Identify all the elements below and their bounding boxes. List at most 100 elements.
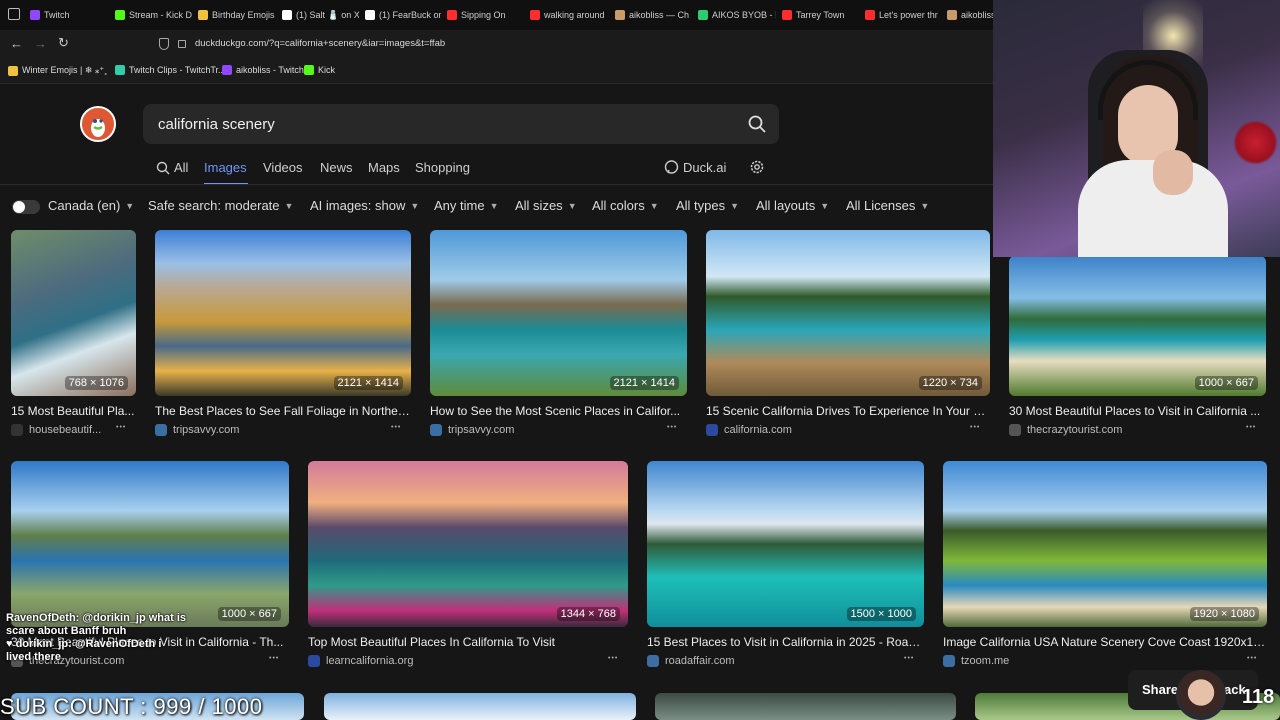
result-thumbnail[interactable]: 1344 × 768 [308,461,628,627]
chevron-down-icon: ▼ [920,200,930,211]
bookmark-item[interactable]: aikobliss - Twitch [222,65,304,75]
tab-news[interactable]: News [320,160,353,175]
forward-icon[interactable]: → [34,36,47,51]
reload-icon[interactable]: ↻ [58,35,69,51]
settings-button[interactable] [749,159,765,175]
result-thumbnail[interactable]: 2121 × 1414 [430,230,687,396]
more-options-icon[interactable]: ••• [904,655,914,662]
browser-tab[interactable]: Birthday Emojis [198,6,276,24]
browser-tab[interactable]: aikobliss — Ch [615,6,692,24]
result-source[interactable]: tripsavvy.com [155,424,239,436]
search-input[interactable]: california scenery [143,104,779,144]
bookmark-item[interactable]: Winter Emojis | ❄ ⁎⁺˳ [8,65,107,76]
source-domain: california.com [724,424,792,436]
browser-tab[interactable]: AIKOS BYOB - ! [698,6,776,24]
result-thumbnail[interactable]: 1920 × 1080 [943,461,1267,627]
bookmark-label: Twitch Clips - TwitchTr... [129,65,226,75]
sub-count-overlay: SUB COUNT : 999 / 1000 [0,694,263,719]
shield-icon[interactable] [159,38,169,50]
more-options-icon[interactable]: ••• [391,424,401,431]
time-filter[interactable]: Any time ▼ [434,198,499,213]
source-favicon-icon [647,655,659,667]
type-filter[interactable]: All types ▼ [676,198,739,213]
more-options-icon[interactable]: ••• [116,424,126,431]
result-source[interactable]: tzoom.me [943,655,1009,667]
back-icon[interactable]: ← [10,36,23,51]
result-thumbnail[interactable]: 1220 × 734 [706,230,990,396]
result-title[interactable]: 30 Most Beautiful Places to Visit in Cal… [1009,404,1266,418]
ai-images-label: AI images: show [310,198,406,213]
result-title[interactable]: How to See the Most Scenic Places in Cal… [430,404,687,418]
browser-tab[interactable]: Stream - Kick D [115,6,192,24]
safe-search-filter[interactable]: Safe search: moderate ▼ [148,198,293,213]
result-thumbnail[interactable]: 2121 × 1414 [155,230,411,396]
tab-favicon-icon [30,10,40,20]
result-thumbnail-partial[interactable] [655,693,956,720]
result-thumbnail-partial[interactable] [324,693,636,720]
chevron-down-icon: ▼ [284,200,294,211]
tab-images[interactable]: Images [204,160,247,175]
source-domain: learncalifornia.org [326,655,414,667]
result-title[interactable]: 15 Most Beautiful Pla... [11,404,136,418]
tab-shopping[interactable]: Shopping [415,160,470,175]
tab-overview-icon[interactable] [8,8,20,20]
tab-title: walking around [544,10,605,20]
size-filter[interactable]: All sizes ▼ [515,198,577,213]
tab-maps[interactable]: Maps [368,160,400,175]
result-source[interactable]: housebeautif... [11,424,101,436]
result-thumbnail[interactable]: 1000 × 667 [1009,256,1266,396]
nav-divider [0,184,993,185]
more-options-icon[interactable]: ••• [1246,424,1256,431]
size-label: All sizes [515,198,563,213]
more-options-icon[interactable]: ••• [1247,655,1257,662]
url-field[interactable]: duckduckgo.com/?q=california+scenery&iar… [195,38,445,49]
result-title[interactable]: 15 Scenic California Drives To Experienc… [706,404,990,418]
tab-title: (1) FearBuck on [379,10,441,20]
result-source[interactable]: thecrazytourist.com [1009,424,1122,436]
browser-tab[interactable]: Sipping On [447,6,524,24]
license-filter[interactable]: All Licenses ▼ [846,198,929,213]
more-options-icon[interactable]: ••• [970,424,980,431]
duck-ai-button[interactable]: Duck.ai [664,160,726,175]
browser-tab[interactable]: Twitch [30,6,109,24]
tab-videos[interactable]: Videos [263,160,303,175]
tab-title: aikobliss — Ch [629,10,690,20]
more-options-icon[interactable]: ••• [667,424,677,431]
duckduckgo-logo[interactable] [80,106,116,142]
result-title[interactable]: Top Most Beautiful Places In California … [308,635,628,649]
stream-chat-overlay: RavenOfDeth: @dorikin_jp what is scare a… [6,612,276,664]
result-title[interactable]: The Best Places to See Fall Foliage in N… [155,404,411,418]
chevron-down-icon: ▼ [820,200,830,211]
result-source[interactable]: california.com [706,424,792,436]
ai-images-filter[interactable]: AI images: show ▼ [310,198,419,213]
region-toggle[interactable] [12,200,40,214]
result-thumbnail[interactable]: 1500 × 1000 [647,461,924,627]
chat-line: scare about Banff bruh [6,625,127,637]
browser-tab[interactable]: Tarrey Town [782,6,859,24]
browser-tab[interactable]: walking around [530,6,609,24]
layout-filter[interactable]: All layouts ▼ [756,198,829,213]
result-source[interactable]: learncalifornia.org [308,655,413,667]
result-title[interactable]: Image California USA Nature Scenery Cove… [943,635,1267,649]
tab-title: aikobliss [961,10,993,20]
region-filter[interactable]: Canada (en) ▼ [48,198,134,213]
color-filter[interactable]: All colors ▼ [592,198,659,213]
time-label: Any time [434,198,485,213]
lock-icon[interactable] [178,40,186,48]
browser-tab[interactable]: Let's power thr [865,6,941,24]
browser-tab[interactable]: aikobliss [947,6,993,24]
bookmark-item[interactable]: Kick [304,65,335,75]
result-source[interactable]: roadaffair.com [647,655,735,667]
chat-line: lived there [6,651,62,663]
result-title[interactable]: 15 Best Places to Visit in California in… [647,635,924,649]
browser-tab[interactable]: (1) Salt 🧂 on X [282,6,359,24]
result-thumbnail[interactable]: 1000 × 667 [11,461,289,627]
result-source[interactable]: tripsavvy.com [430,424,514,436]
tab-all[interactable]: All [156,160,188,175]
search-icon[interactable] [747,114,767,134]
more-options-icon[interactable]: ••• [608,655,618,662]
browser-tab[interactable]: (1) FearBuck on [365,6,441,24]
bookmark-item[interactable]: Twitch Clips - TwitchTr... [115,65,226,75]
result-thumbnail[interactable]: 768 × 1076 [11,230,136,396]
tab-favicon-icon [530,10,540,20]
